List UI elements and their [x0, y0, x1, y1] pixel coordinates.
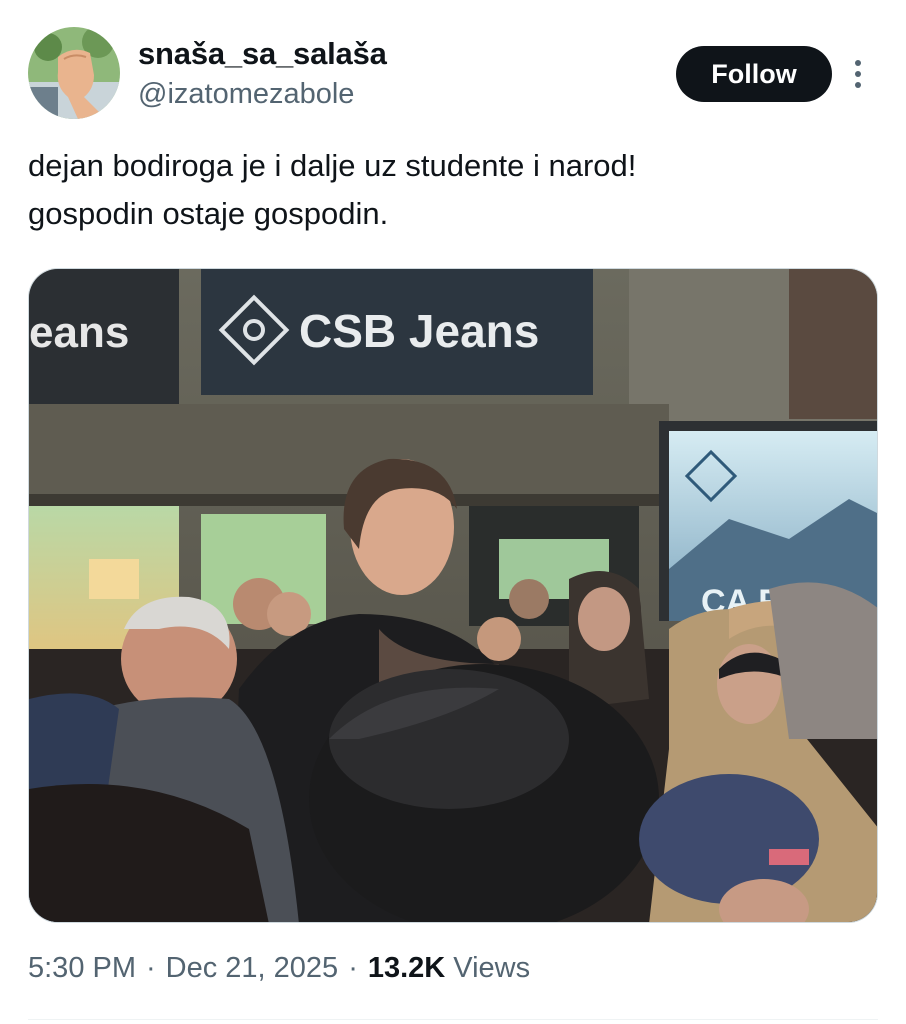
tweet-text-line: gospodin ostaje gospodin.: [28, 196, 389, 231]
tweet-text: dejan bodiroga je i dalje uz studente i …: [28, 142, 878, 238]
tweet-meta: 5:30 PM · Dec 21, 2025 · 13.2K Views: [28, 952, 530, 985]
more-vertical-icon[interactable]: [846, 56, 870, 92]
author-display-name[interactable]: snaša_sa_salaša: [138, 36, 387, 72]
follow-button[interactable]: Follow: [676, 46, 832, 102]
tweet-time[interactable]: 5:30 PM: [28, 952, 136, 985]
author-handle[interactable]: @izatomezabole: [138, 78, 354, 111]
avatar[interactable]: [28, 27, 120, 119]
views-count[interactable]: 13.2K: [368, 952, 445, 985]
meta-separator: ·: [146, 952, 156, 984]
tweet-photo[interactable]: eans CSB Jeans CA RA: [28, 268, 878, 923]
store-sign-left: eans: [29, 308, 129, 357]
views-label[interactable]: Views: [453, 952, 530, 985]
store-sign-main: CSB Jeans: [299, 305, 539, 357]
tweet-text-line: dejan bodiroga je i dalje uz studente i …: [28, 148, 637, 183]
tweet-date[interactable]: Dec 21, 2025: [166, 952, 339, 985]
meta-separator: ·: [348, 952, 358, 984]
divider: [28, 1019, 878, 1020]
raised-fist-avatar-icon: [28, 27, 120, 119]
